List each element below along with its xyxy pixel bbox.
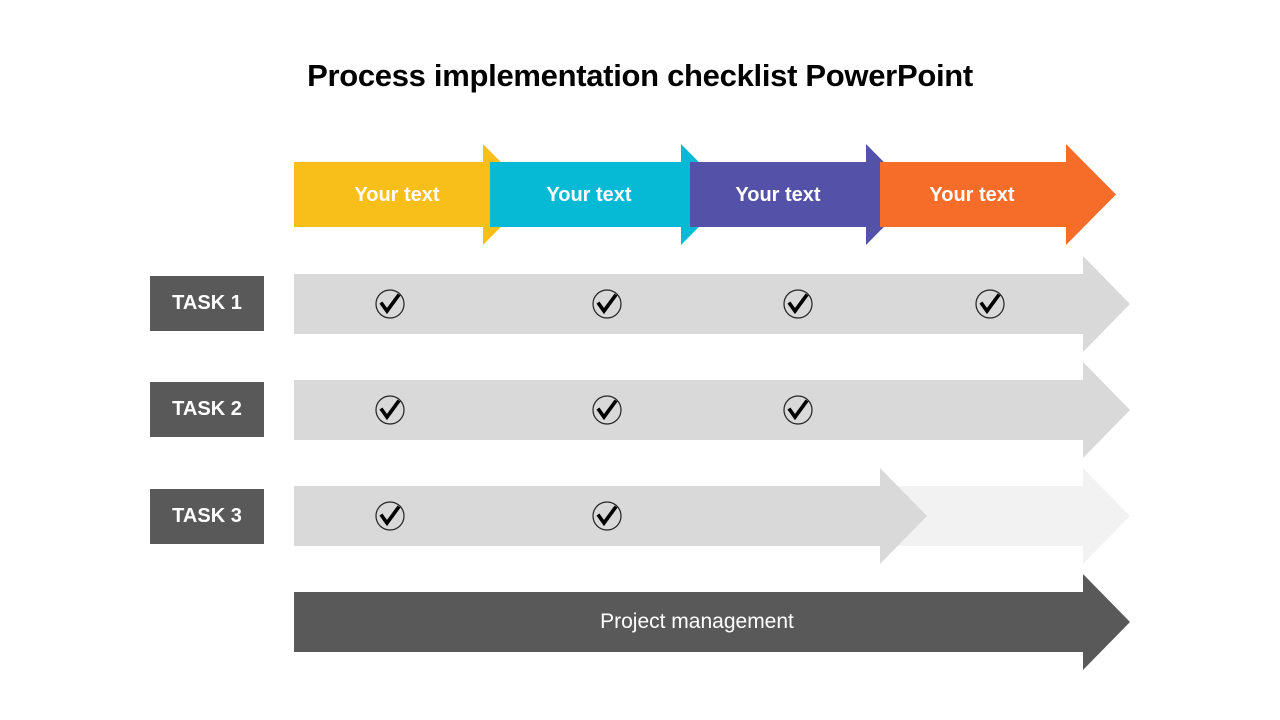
step-3-label: Your text (735, 184, 821, 206)
step-1-label: Your text (354, 184, 440, 206)
step-2-label: Your text (546, 184, 632, 206)
task-2-label: TASK 2 (150, 382, 264, 437)
task-2-progress (294, 362, 1130, 458)
task-1-label: TASK 1 (150, 276, 264, 331)
task-rows (294, 256, 1130, 564)
step-4-label: Your text (929, 184, 1015, 206)
task-3-label: TASK 3 (150, 489, 264, 544)
footer-label: Project management (600, 610, 794, 633)
